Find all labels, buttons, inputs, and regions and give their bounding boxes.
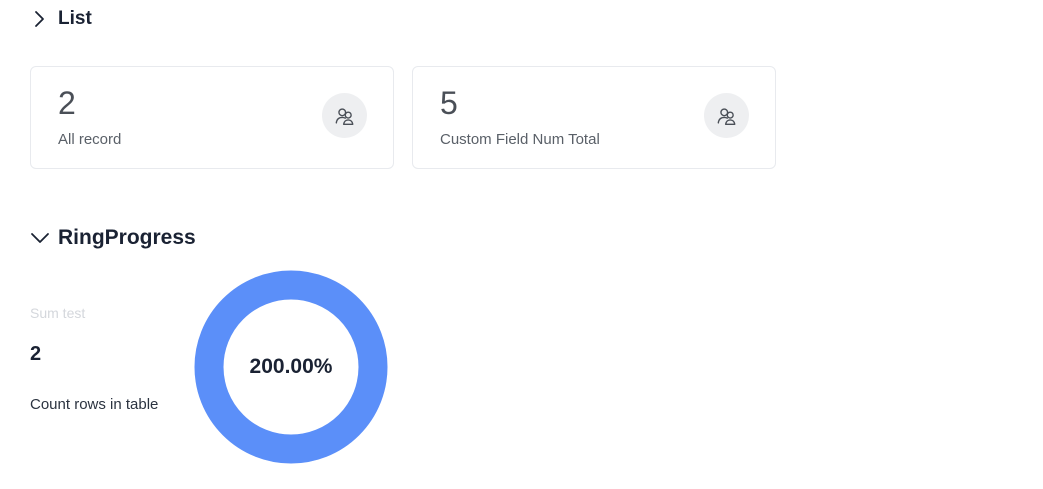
users-icon (704, 93, 749, 138)
ring-progress-percent: 200.00% (249, 355, 333, 378)
list-section-title: List (58, 8, 92, 29)
ring-progress-value: 2 (30, 343, 42, 365)
ring-progress-description: Count rows in table (30, 396, 159, 413)
ring-progress-subtitle: Sum test (30, 305, 86, 321)
stat-card-value: 2 (58, 85, 76, 121)
stat-card-label: Custom Field Num Total (440, 131, 600, 148)
list-section-toggle[interactable]: List (30, 8, 92, 30)
users-icon (322, 93, 367, 138)
stat-card-all-record: 2 All record (30, 66, 394, 169)
ring-progress-chart: 200.00% (193, 269, 389, 465)
stat-card-label: All record (58, 131, 122, 148)
stat-card-value: 5 (440, 85, 458, 121)
stat-card-custom-field-num-total: 5 Custom Field Num Total (412, 66, 776, 169)
chevron-down-icon (31, 233, 49, 243)
chevron-right-icon (35, 11, 44, 27)
ring-progress-section-title: RingProgress (58, 226, 196, 249)
ring-progress-section-toggle[interactable]: RingProgress (30, 226, 196, 250)
